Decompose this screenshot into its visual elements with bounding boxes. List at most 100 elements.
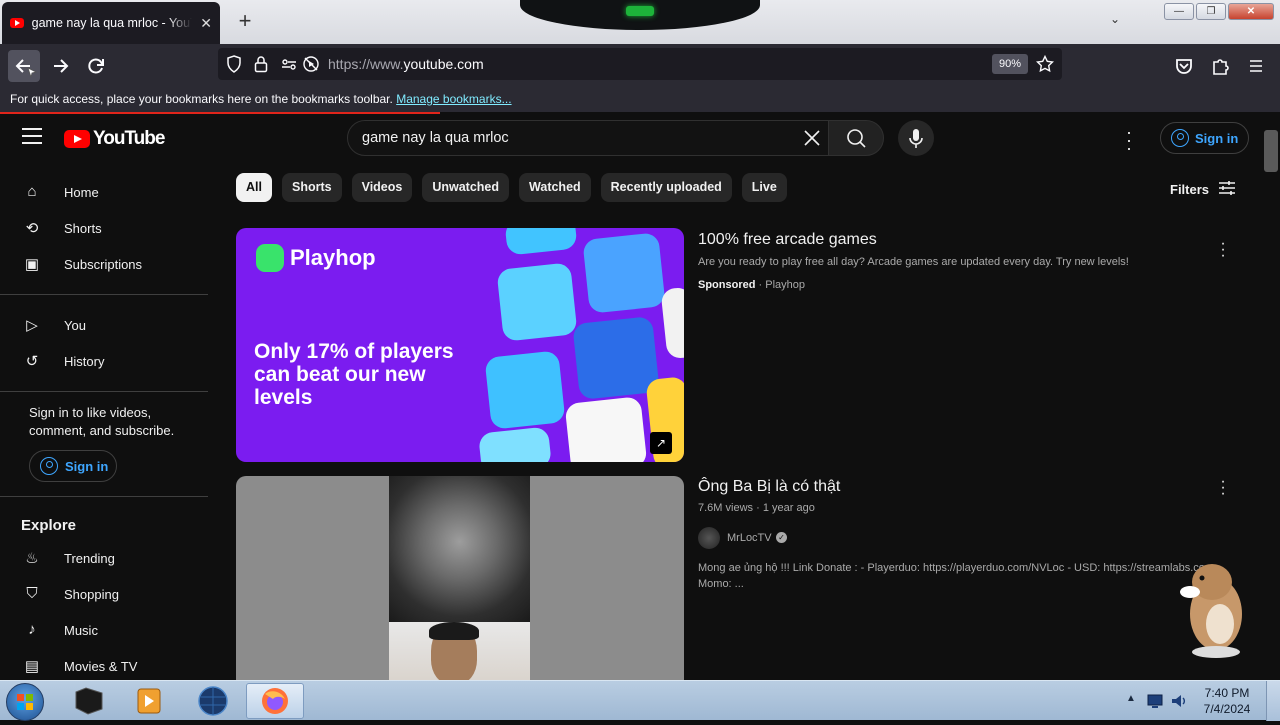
address-bar[interactable]: https://www.youtube.com 90% xyxy=(218,48,1062,80)
sidebar-item-subscriptions[interactable]: ▣ Subscriptions xyxy=(0,246,208,282)
browser-tab-active[interactable]: game nay la qua mrloc - YouTube ✕ xyxy=(2,2,220,44)
bookmarks-hint-text: For quick access, place your bookmarks h… xyxy=(10,92,393,106)
forward-button[interactable] xyxy=(44,50,76,82)
music-icon: ♪ xyxy=(28,621,36,638)
zoom-level-badge[interactable]: 90% xyxy=(992,54,1028,74)
ad-more-actions-icon[interactable]: · · · xyxy=(1218,236,1228,264)
globe-app-icon xyxy=(198,686,228,716)
ad-thumbnail[interactable]: Playhop Only 17% of players can beat our… xyxy=(236,228,684,462)
bookmark-star-icon[interactable] xyxy=(1036,55,1054,73)
youtube-favicon-icon xyxy=(10,18,24,28)
subscriptions-icon: ▣ xyxy=(24,256,40,273)
video-title[interactable]: Ông Ba Bị là có thật xyxy=(698,478,840,496)
chip-videos[interactable]: Videos xyxy=(351,173,413,202)
clock-time: 7:40 PM xyxy=(1204,686,1250,700)
minimize-button[interactable]: — xyxy=(1164,3,1194,20)
taskbar-app-terminal[interactable] xyxy=(62,683,116,719)
external-link-icon[interactable]: ↗ xyxy=(650,432,672,454)
search-input[interactable]: game nay la qua mrloc xyxy=(362,130,509,146)
scrollbar-thumb[interactable] xyxy=(1264,130,1278,172)
show-desktop-button[interactable] xyxy=(1266,681,1280,721)
header-sign-in-label: Sign in xyxy=(1195,131,1239,146)
account-icon xyxy=(40,457,58,475)
sidebar-signin-prompt: Sign in to like videos, comment, and sub… xyxy=(29,405,175,438)
sidebar-item-you[interactable]: ▷ You xyxy=(0,307,208,343)
sidebar-item-home[interactable]: ⌂ Home xyxy=(0,174,208,210)
extensions-button[interactable] xyxy=(1204,50,1236,82)
back-button[interactable] xyxy=(8,50,40,82)
autoplay-blocked-icon[interactable] xyxy=(302,55,320,73)
sidebar-item-shorts[interactable]: ⟲ Shorts xyxy=(0,210,208,246)
chip-shorts[interactable]: Shorts xyxy=(281,173,342,202)
sidebar-item-label: Shorts xyxy=(64,220,102,236)
youtube-logo[interactable]: YouTube xyxy=(64,128,165,150)
chip-live[interactable]: Live xyxy=(741,173,787,202)
search-box[interactable]: game nay la qua mrloc xyxy=(347,120,837,156)
page-scrollbar[interactable] xyxy=(1262,114,1280,680)
lock-icon[interactable] xyxy=(254,55,268,73)
volume-icon[interactable] xyxy=(1170,692,1188,710)
sidebar-item-shopping[interactable]: ⛉ Shopping xyxy=(0,576,208,612)
header-sign-in-button[interactable]: Sign in xyxy=(1160,122,1249,154)
sidebar-item-trending[interactable]: ♨ Trending xyxy=(0,540,208,576)
settings-kebab-icon[interactable]: · · · xyxy=(1126,123,1132,157)
taskbar-app-media-player[interactable] xyxy=(122,683,176,719)
app-menu-button[interactable] xyxy=(1240,50,1272,82)
back-arrow-icon xyxy=(15,59,38,79)
filters-button[interactable]: Filters xyxy=(1170,180,1237,197)
sidebar-sign-in-button[interactable]: Sign in xyxy=(29,450,117,482)
manage-bookmarks-link[interactable]: Manage bookmarks... xyxy=(396,92,511,106)
playhop-logo-icon xyxy=(256,244,284,272)
ad-title[interactable]: 100% free arcade games xyxy=(698,231,877,249)
video-thumbnail[interactable] xyxy=(236,476,684,680)
chip-recently-uploaded[interactable]: Recently uploaded xyxy=(600,173,732,202)
ad-advertiser: Playhop xyxy=(765,279,806,291)
sidebar-item-label: Subscriptions xyxy=(64,256,143,272)
taskbar-app-firefox[interactable] xyxy=(246,683,304,719)
system-clock[interactable]: 7:40 PM 7/4/2024 xyxy=(1196,685,1258,717)
sidebar-item-music[interactable]: ♪ Music xyxy=(0,612,208,648)
youtube-play-icon xyxy=(64,130,90,148)
taskbar-app-globe[interactable] xyxy=(186,683,240,719)
video-description-line-2: Momo: ... xyxy=(698,578,744,590)
clock-date: 7/4/2024 xyxy=(1203,702,1251,716)
permissions-icon[interactable] xyxy=(280,55,298,73)
reload-button[interactable] xyxy=(80,50,112,82)
maximize-button[interactable]: ❐ xyxy=(1196,3,1226,20)
search-button[interactable] xyxy=(828,120,884,156)
clear-search-icon[interactable] xyxy=(800,126,824,150)
start-button[interactable] xyxy=(6,683,44,721)
pocket-button[interactable] xyxy=(1168,50,1200,82)
game-tile-image xyxy=(478,426,552,462)
sidebar-divider xyxy=(0,496,208,497)
sidebar-divider xyxy=(0,294,208,295)
filters-sliders-icon xyxy=(1218,181,1235,195)
video-more-actions-icon[interactable]: · · · xyxy=(1218,474,1228,502)
list-all-tabs-chevron-icon[interactable]: ⌄ xyxy=(1110,12,1120,26)
movies-icon: ▤ xyxy=(24,658,40,675)
meta-dot: · xyxy=(756,502,763,514)
channel-name[interactable]: MrLocTV xyxy=(727,532,772,544)
guide-sidebar: ⌂ Home ⟲ Shorts ▣ Subscriptions ▷ You ↺ … xyxy=(0,170,208,680)
chip-all[interactable]: All xyxy=(236,173,272,202)
chip-watched[interactable]: Watched xyxy=(519,173,591,202)
thumbnail-facecam-image xyxy=(389,622,530,680)
url-text[interactable]: https://www.youtube.com xyxy=(328,56,484,72)
close-window-button[interactable]: ✕ xyxy=(1228,3,1274,20)
tab-close-icon[interactable]: ✕ xyxy=(200,15,212,32)
bookmarks-toolbar: For quick access, place your bookmarks h… xyxy=(0,88,1280,112)
filter-chip-bar: All Shorts Videos Unwatched Watched Rece… xyxy=(236,173,787,202)
network-icon[interactable] xyxy=(1146,692,1164,710)
sidebar-item-history[interactable]: ↺ History xyxy=(0,343,208,379)
chip-unwatched[interactable]: Unwatched xyxy=(422,173,510,202)
tracking-protection-shield-icon[interactable] xyxy=(226,55,242,73)
new-tab-button[interactable]: + xyxy=(234,8,256,34)
sidebar-item-label: Shopping xyxy=(64,586,119,602)
hamburger-menu-icon xyxy=(1250,60,1262,72)
show-hidden-icons-icon[interactable]: ▲ xyxy=(1126,693,1136,704)
sidebar-item-movies-tv[interactable]: ▤ Movies & TV xyxy=(0,648,208,680)
channel-avatar[interactable] xyxy=(698,527,720,549)
guide-menu-button[interactable] xyxy=(22,128,42,144)
voice-search-button[interactable] xyxy=(898,120,934,156)
forward-arrow-icon xyxy=(54,59,69,73)
